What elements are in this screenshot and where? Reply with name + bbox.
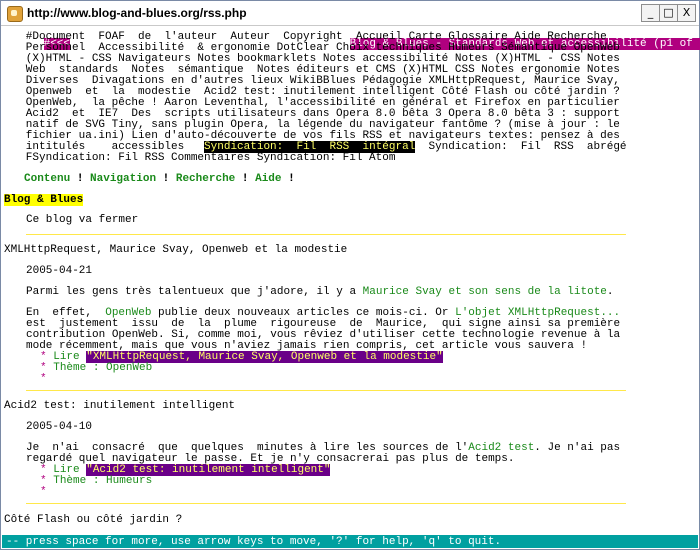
close-button[interactable]: X: [677, 4, 696, 22]
post-date: 2005-04-21: [26, 265, 93, 277]
maurice-svay-link[interactable]: Maurice Svay et son sens de la litote: [363, 286, 607, 298]
blog-name-tag[interactable]: Blog & Blues: [4, 194, 84, 206]
intro-text: Ce blog va fermer: [26, 214, 139, 226]
empty-bullet: *: [40, 486, 47, 498]
menu-item-navigation[interactable]: Navigation: [90, 173, 156, 185]
status-bar: -- press space for more, use arrow keys …: [2, 535, 698, 548]
window-title: http://www.blog-and-blues.org/rss.php: [27, 6, 247, 20]
minimize-button[interactable]: _: [641, 4, 660, 22]
maximize-button[interactable]: □: [659, 4, 678, 22]
divider: [26, 390, 626, 391]
syndication-rss-short-link[interactable]: Syndication: Fil RSS abrégé: [415, 141, 626, 153]
empty-bullet: *: [40, 373, 47, 385]
syndication-line-2[interactable]: FSyndication: Fil RSS Commentaires Syndi…: [6, 153, 396, 164]
skip-menu: Contenu ! Navigation ! Recherche ! Aide …: [24, 173, 295, 185]
status-text: -- press space for more, use arrow keys …: [6, 536, 502, 548]
post-title: Côté Flash ou côté jardin ?: [4, 514, 183, 526]
divider: [26, 503, 626, 504]
post-paragraph: Parmi les gens très talentueux que j'ado…: [26, 286, 614, 298]
menu-item-recherche[interactable]: Recherche: [176, 173, 235, 185]
terminal-content: #<<< Blog & Blues - Standards Web et acc…: [2, 26, 700, 548]
theme-link[interactable]: Thème : OpenWeb: [53, 362, 152, 374]
browser-icon: [7, 6, 23, 22]
theme-item: * Thème : Humeurs: [40, 475, 153, 487]
menu-item-contenu[interactable]: Contenu: [24, 173, 70, 185]
theme-item: * Thème : OpenWeb: [40, 362, 153, 374]
title-bar: http://www.blog-and-blues.org/rss.php _ …: [1, 1, 699, 26]
browser-window: http://www.blog-and-blues.org/rss.php _ …: [0, 0, 700, 550]
post-title: XMLHttpRequest, Maurice Svay, Openweb et…: [4, 244, 348, 256]
theme-link[interactable]: Thème : Humeurs: [53, 475, 152, 487]
menu-item-aide[interactable]: Aide: [255, 173, 281, 185]
post-date: 2005-04-10: [26, 421, 93, 433]
divider: [26, 234, 626, 235]
post-title: Acid2 test: inutilement intelligent: [4, 400, 236, 412]
